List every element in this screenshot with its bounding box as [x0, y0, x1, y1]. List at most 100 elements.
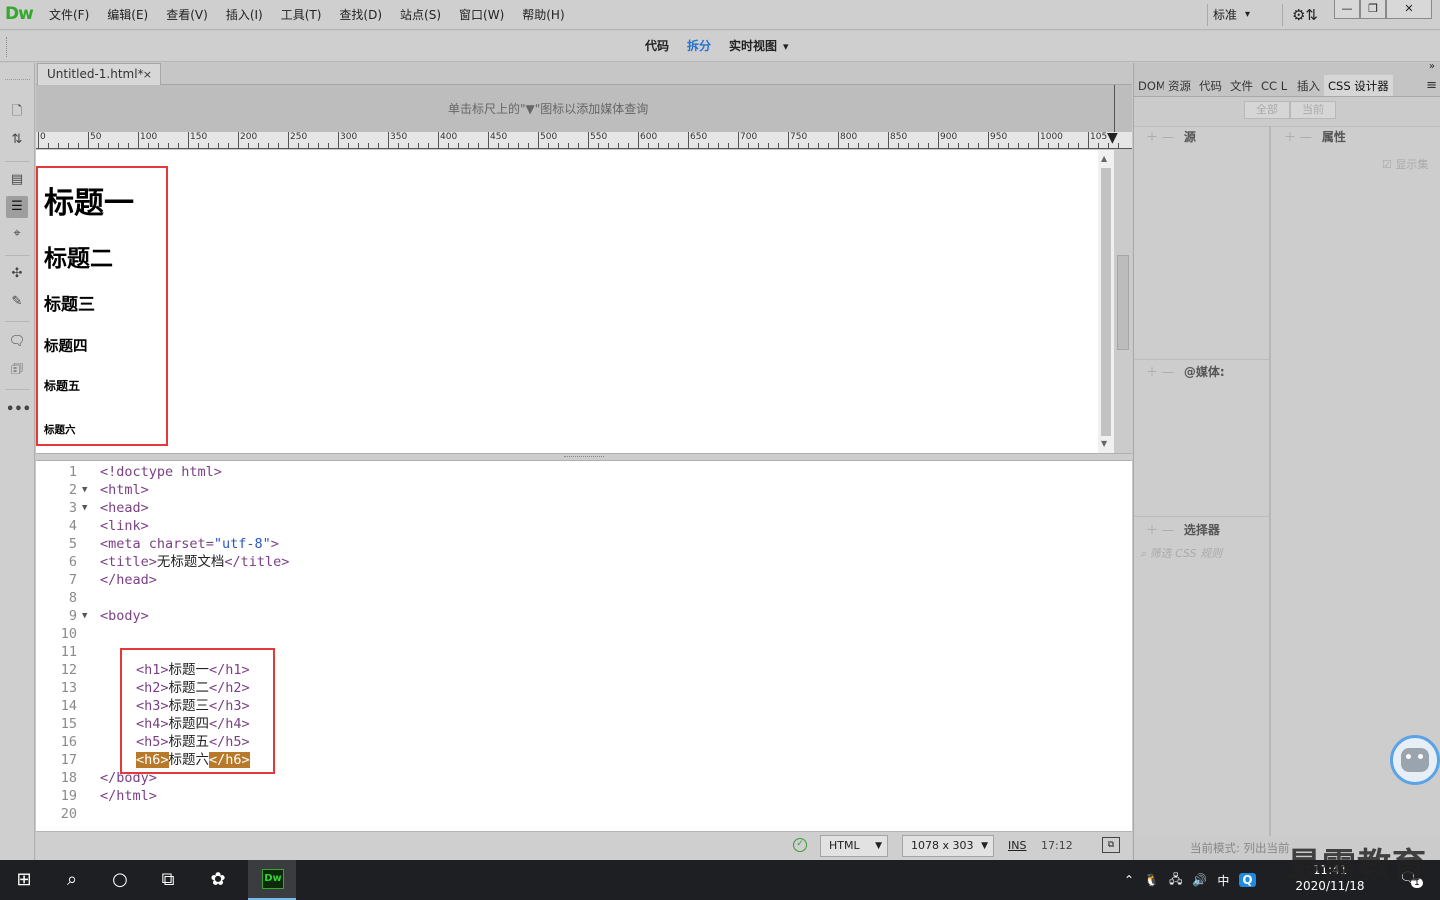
volume-icon[interactable]: 🔊 — [1192, 873, 1207, 887]
code-view-button[interactable]: 代码 — [636, 31, 678, 62]
live-view-button[interactable]: 实时视图 — [720, 31, 783, 62]
code-token: <head> — [100, 500, 149, 516]
open-document-icon[interactable]: 🗋 — [6, 101, 28, 123]
live-view-dropdown-icon[interactable]: ▾ — [783, 31, 789, 62]
network-icon[interactable]: 🖧 — [1169, 870, 1182, 891]
tab-assets[interactable]: 资源 — [1164, 75, 1195, 96]
inspect-icon[interactable]: ⌖ — [6, 223, 28, 245]
line-number: 5 — [68, 536, 77, 552]
scroll-down-icon[interactable]: ▼ — [1101, 439, 1107, 448]
file-transfer-icon[interactable]: ⇅ — [6, 129, 28, 151]
document-toolbar: 代码 拆分 实时视图 ▾ — [0, 31, 1440, 62]
live-view-scrollbar[interactable]: ▲ ▼ — [1098, 150, 1114, 453]
show-set-label: 显示集 — [1395, 158, 1429, 171]
wrap-tag-icon[interactable]: ✎ — [6, 291, 28, 313]
code-line[interactable]: 5 <meta charset="utf-8"> — [36, 535, 1132, 553]
code-line[interactable]: 8 — [36, 589, 1132, 607]
menu-find[interactable]: 查找(D) — [330, 0, 391, 30]
search-icon[interactable]: ⌕ — [48, 860, 96, 900]
no-errors-check-icon[interactable]: ✓ — [793, 838, 807, 852]
tab-insert[interactable]: 插入 — [1293, 75, 1324, 96]
scope-current-button[interactable]: 当前 — [1290, 101, 1336, 119]
windows-start-icon[interactable]: ⊞ — [0, 860, 48, 900]
ime-indicator[interactable]: 中 — [1217, 872, 1229, 889]
tab-css-designer[interactable]: CSS 设计器 — [1324, 75, 1393, 96]
pinwheel-app-icon[interactable]: ✿ — [194, 860, 242, 900]
insert-mode-toggle[interactable]: INS — [1008, 839, 1026, 852]
window-size-select[interactable]: 1078 x 303 ▼ — [902, 835, 994, 857]
fold-arrow-icon[interactable]: ▼ — [82, 481, 87, 499]
sync-settings-button[interactable]: ⚙⇅ — [1290, 4, 1320, 26]
code-line[interactable]: 10 — [36, 625, 1132, 643]
minimize-button[interactable]: — — [1334, 0, 1360, 19]
menu-edit[interactable]: 编辑(E) — [98, 0, 157, 30]
code-text: </html> — [100, 787, 157, 805]
remove-comment-icon[interactable]: 🗊 — [6, 359, 28, 381]
menu-insert[interactable]: 插入(I) — [217, 0, 272, 30]
menu-site[interactable]: 站点(S) — [391, 0, 450, 30]
split-view-button[interactable]: 拆分 — [678, 31, 720, 62]
format-code-icon[interactable]: ✣ — [6, 263, 28, 285]
restore-button[interactable]: ❐ — [1360, 0, 1386, 19]
tab-snippets[interactable]: 代码 — [1195, 75, 1226, 96]
tab-files[interactable]: 文件 — [1226, 75, 1257, 96]
scroll-thumb[interactable] — [1101, 168, 1111, 436]
cortana-icon[interactable]: ○ — [96, 860, 144, 900]
panel-menu-icon[interactable]: ≡ — [1422, 75, 1440, 96]
media-query-marker-icon[interactable]: ▼ — [1107, 131, 1118, 145]
preview-browser-icon[interactable]: ⧉ — [1102, 837, 1120, 853]
horizontal-ruler[interactable]: 0 50 100 150 200 250 300 350 400 450 500 550 600 650 7… — [36, 132, 1132, 149]
code-line[interactable]: 19 </html> — [36, 787, 1132, 805]
menu-window[interactable]: 窗口(W) — [450, 0, 513, 30]
q-app-icon[interactable]: Q — [1239, 873, 1256, 887]
menu-file[interactable]: 文件(F) — [40, 0, 98, 30]
code-line[interactable]: 2 ▼ <html> — [36, 481, 1132, 499]
viewport-resize-handle[interactable] — [1117, 255, 1129, 350]
selector-filter[interactable]: ⌕ 筛选 CSS 规则 — [1140, 545, 1222, 561]
code-line[interactable]: 9 ▼ <body> — [36, 607, 1132, 625]
add-media-icon[interactable]: ＋ — — [1146, 365, 1174, 379]
code-line[interactable]: 1 <!doctype html> — [36, 463, 1132, 481]
close-tab-icon[interactable]: × — [143, 64, 152, 85]
menu-tools[interactable]: 工具(T) — [272, 0, 331, 30]
document-type-select[interactable]: HTML ▼ — [820, 835, 888, 857]
fold-arrow-icon[interactable]: ▼ — [82, 607, 87, 625]
collapse-panel-icon[interactable]: » — [1429, 61, 1435, 72]
menu-help[interactable]: 帮助(H) — [513, 0, 573, 30]
live-view[interactable]: 标题一 标题二 标题三 标题四 标题五 标题六 — [36, 150, 1114, 453]
indent-code-icon[interactable]: ☰ — [6, 196, 28, 218]
more-icon[interactable]: ••• — [6, 399, 31, 421]
scroll-up-icon[interactable]: ▲ — [1101, 154, 1107, 163]
add-property-icon[interactable]: ＋ — — [1284, 130, 1312, 144]
code-token: <link> — [100, 518, 149, 534]
code-view[interactable]: 1 <!doctype html> 2 ▼ <html> 3 ▼ <head> 4 <link> 5… — [36, 461, 1132, 831]
add-source-icon[interactable]: ＋ — — [1146, 130, 1174, 144]
code-line[interactable]: 4 <link> — [36, 517, 1132, 535]
code-token: <title> — [100, 554, 157, 570]
panel-tabs: DOM 资源 代码 文件 CC L 插入 CSS 设计器 ≡ — [1134, 75, 1440, 97]
document-tab[interactable]: Untitled-1.html* × — [37, 63, 161, 85]
tab-cc-libraries[interactable]: CC L — [1257, 75, 1293, 96]
tab-dom[interactable]: DOM — [1134, 75, 1164, 96]
workspace-switcher[interactable]: 标准 ▾ — [1213, 6, 1250, 23]
chevron-up-icon[interactable]: ⌃ — [1124, 873, 1134, 887]
add-selector-icon[interactable]: ＋ — — [1146, 523, 1174, 537]
code-navigator-icon[interactable]: ▤ — [6, 169, 28, 191]
dreamweaver-window: Dw 文件(F) 编辑(E) 查看(V) 插入(I) 工具(T) 查找(D) 站… — [0, 0, 1440, 900]
show-set-checkbox[interactable]: ☑ 显示集 — [1382, 156, 1428, 172]
code-line[interactable]: 3 ▼ <head> — [36, 499, 1132, 517]
menu-view[interactable]: 查看(V) — [157, 0, 217, 30]
code-line[interactable]: 20 — [36, 805, 1132, 823]
code-line[interactable]: 6 <title>无标题文档</title> — [36, 553, 1132, 571]
assistant-avatar-icon[interactable] — [1390, 735, 1440, 785]
split-view-divider[interactable] — [36, 453, 1132, 461]
code-line[interactable]: 7 </head> — [36, 571, 1132, 589]
comment-icon[interactable]: 🗨 — [6, 331, 28, 353]
qq-icon[interactable]: 🐧 — [1144, 873, 1159, 887]
dreamweaver-taskbar-button[interactable]: Dw — [248, 860, 296, 900]
close-button[interactable]: ✕ — [1386, 0, 1432, 19]
fold-arrow-icon[interactable]: ▼ — [82, 499, 87, 517]
scope-all-button[interactable]: 全部 — [1244, 101, 1290, 119]
task-view-icon[interactable]: ⧉ — [144, 860, 192, 900]
ruler-tick — [358, 143, 359, 148]
